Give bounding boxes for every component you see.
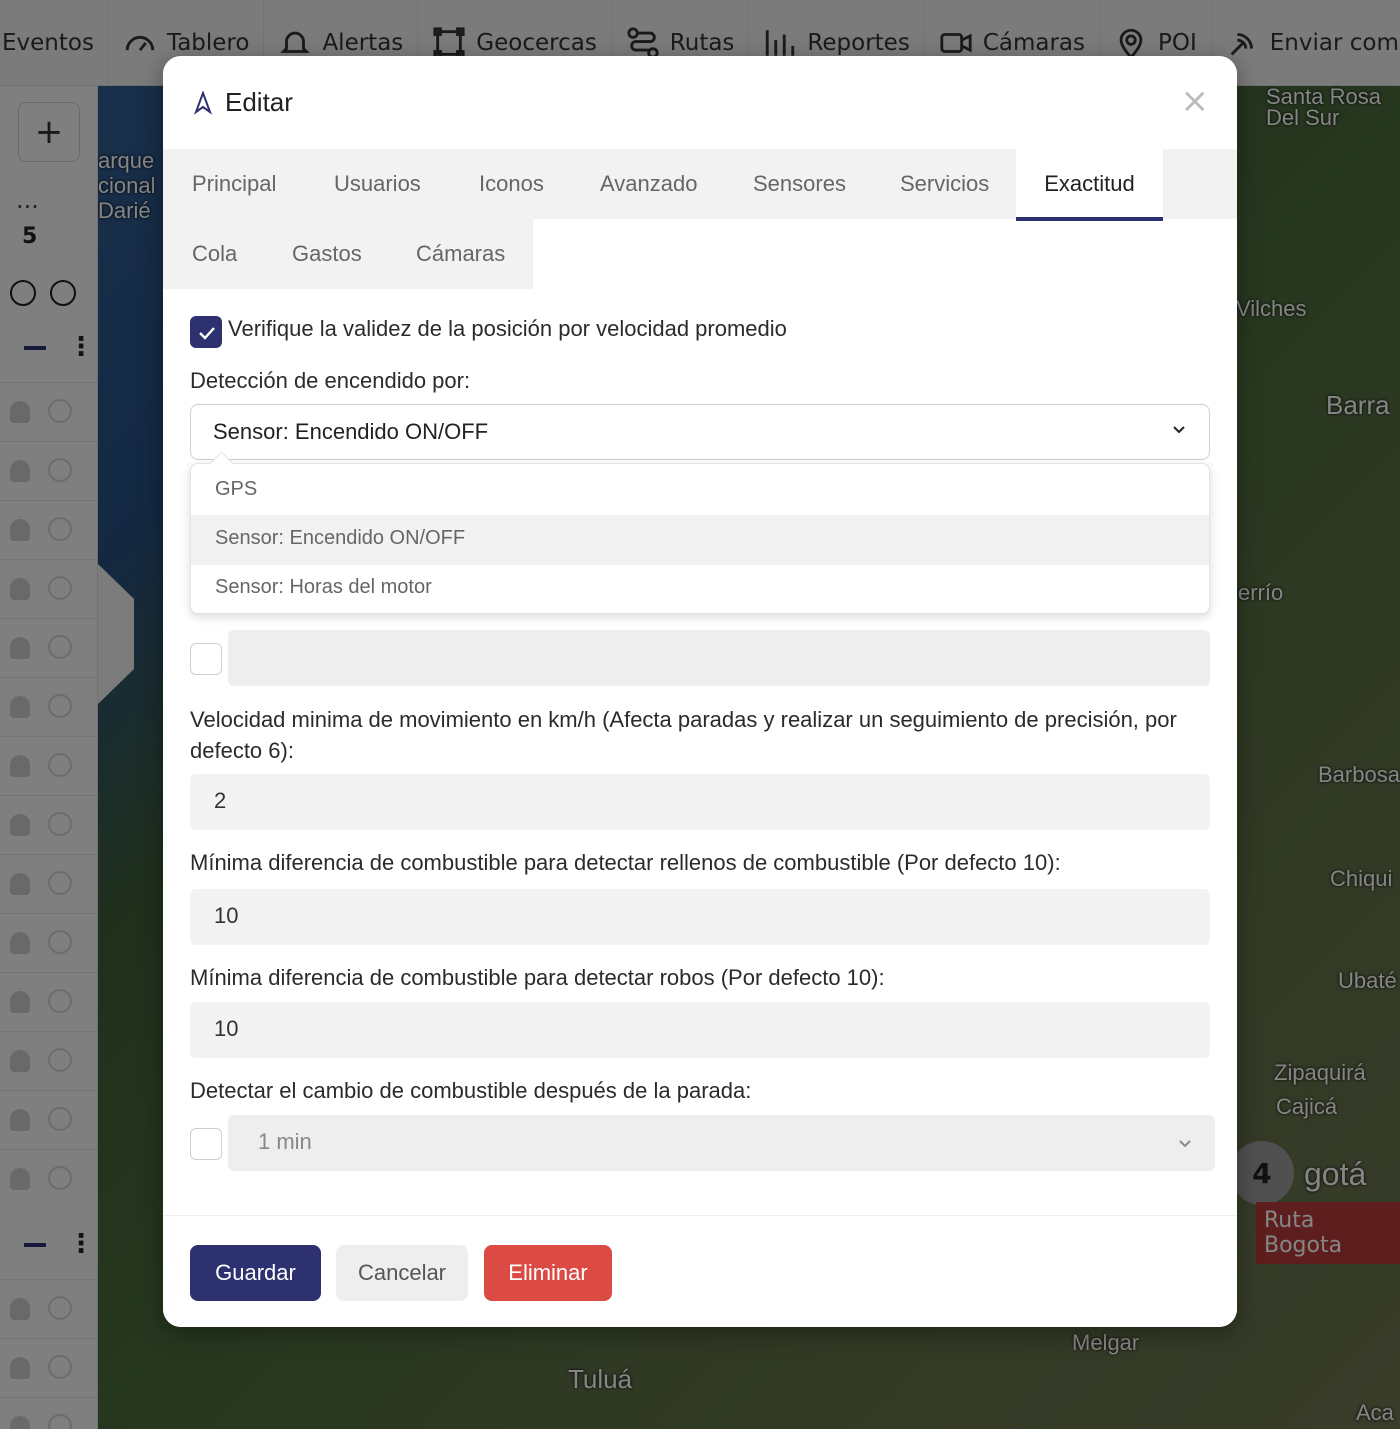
validity-checkbox[interactable] xyxy=(190,316,222,348)
save-button[interactable]: Guardar xyxy=(190,1245,321,1301)
cancel-button[interactable]: Cancelar xyxy=(336,1245,468,1301)
tab-sensores[interactable]: Sensores xyxy=(753,171,846,197)
ignition-label: Detección de encendido por: xyxy=(190,368,471,393)
tab-principal[interactable]: Principal xyxy=(192,171,276,197)
ignition-select[interactable]: Sensor: Encendido ON/OFF xyxy=(190,404,1210,460)
fuel-after-stop-value: 1 min xyxy=(258,1129,312,1154)
tab-gastos[interactable]: Gastos xyxy=(292,241,362,267)
navigation-arrow-icon xyxy=(193,90,213,115)
ignition-selected-value: Sensor: Encendido ON/OFF xyxy=(213,419,489,444)
fuel-fill-input[interactable]: 10 xyxy=(190,889,1210,945)
tab-servicios[interactable]: Servicios xyxy=(900,171,989,197)
dropdown-option-sensor-encendido[interactable]: Sensor: Encendido ON/OFF xyxy=(191,515,1209,565)
modal-title: Editar xyxy=(225,87,293,117)
ignition-dropdown-menu: GPS Sensor: Encendido ON/OFF Sensor: Hor… xyxy=(190,463,1210,614)
dropdown-option-gps[interactable]: GPS xyxy=(191,466,1209,516)
tab-avanzado[interactable]: Avanzado xyxy=(600,171,697,197)
hidden-field-input[interactable] xyxy=(228,630,1210,686)
tab-cola[interactable]: Cola xyxy=(192,241,237,267)
hidden-field-checkbox[interactable] xyxy=(190,643,222,675)
fuel-fill-label: Mínima diferencia de combustible para de… xyxy=(190,850,1061,875)
modal-footer: Guardar Cancelar Eliminar xyxy=(163,1215,1237,1327)
min-speed-label: Velocidad minima de movimiento en km/h (… xyxy=(190,707,1177,763)
dropdown-option-sensor-horas[interactable]: Sensor: Horas del motor xyxy=(191,564,1209,614)
check-icon xyxy=(199,327,215,340)
fuel-after-stop-select[interactable]: 1 min xyxy=(228,1115,1215,1171)
chevron-down-icon xyxy=(1173,426,1185,434)
close-icon[interactable]: × xyxy=(1181,84,1210,118)
fuel-after-stop-label: Detectar el cambio de combustible despué… xyxy=(190,1078,752,1103)
tab-bar-fill xyxy=(533,219,1237,289)
tab-content-exactitud: Verifique la validez de la posición por … xyxy=(163,289,1237,1215)
chevron-down-icon xyxy=(1179,1140,1191,1148)
fuel-theft-label: Mínima diferencia de combustible para de… xyxy=(190,965,885,990)
fuel-after-stop-checkbox[interactable] xyxy=(190,1128,222,1160)
tab-bar: Principal Usuarios Iconos Avanzado Senso… xyxy=(163,149,1237,289)
tab-camaras[interactable]: Cámaras xyxy=(416,241,505,267)
min-speed-input[interactable]: 2 xyxy=(190,774,1210,830)
validity-label: Verifique la validez de la posición por … xyxy=(228,316,787,341)
fuel-theft-input[interactable]: 10 xyxy=(190,1002,1210,1058)
tab-iconos[interactable]: Iconos xyxy=(479,171,544,197)
delete-button[interactable]: Eliminar xyxy=(484,1245,612,1301)
tab-usuarios[interactable]: Usuarios xyxy=(334,171,421,197)
tab-exactitud[interactable]: Exactitud xyxy=(1016,149,1163,221)
edit-device-modal: Editar × Principal Usuarios Iconos Avanz… xyxy=(163,56,1237,1327)
modal-header: Editar × xyxy=(163,56,1237,149)
